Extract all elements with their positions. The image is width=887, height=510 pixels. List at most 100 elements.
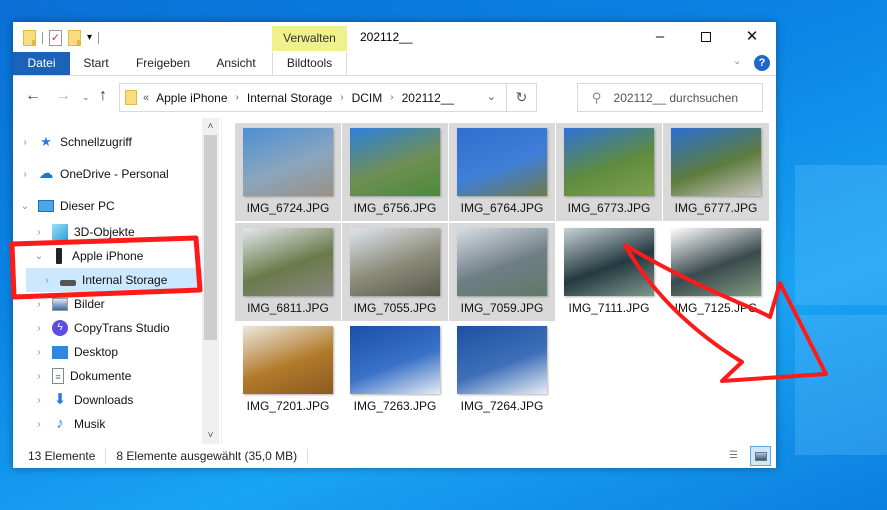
tab-datei[interactable]: Datei: [13, 52, 70, 75]
expand-chevron-icon[interactable]: ›: [18, 137, 32, 148]
recent-locations-button[interactable]: ⌄: [82, 92, 90, 103]
image-thumbnail: [671, 228, 761, 296]
sidebar-item-onedrive[interactable]: › ☁ OneDrive - Personal: [18, 162, 208, 186]
file-name: IMG_7111.JPG: [568, 301, 650, 315]
sidebar-item-label: Dieser PC: [60, 199, 115, 213]
sidebar-item-label: Downloads: [74, 393, 134, 407]
collapse-chevron-icon[interactable]: ⌄: [32, 251, 46, 262]
file-tile[interactable]: IMG_6756.JPG: [342, 123, 448, 221]
help-icon[interactable]: ?: [754, 55, 770, 71]
file-explorer-window: ✓ ▾ Verwalten 202112__ – ✕ Datei Start F…: [13, 22, 776, 468]
sidebar-item-dieser-pc[interactable]: ⌄ Dieser PC: [18, 194, 208, 218]
file-tile[interactable]: IMG_6764.JPG: [449, 123, 555, 221]
expand-chevron-icon[interactable]: ›: [32, 227, 46, 238]
music-note-icon: ♪: [56, 415, 64, 432]
back-button[interactable]: ←: [25, 87, 41, 105]
tab-ansicht[interactable]: Ansicht: [204, 52, 268, 75]
new-folder-icon[interactable]: [68, 30, 81, 46]
expand-ribbon-icon[interactable]: ⌄: [733, 56, 741, 67]
tab-bildtools[interactable]: Bildtools: [272, 52, 347, 75]
expand-chevron-icon[interactable]: ›: [32, 371, 46, 382]
status-separator: [105, 449, 107, 463]
maximize-button[interactable]: [683, 22, 729, 52]
image-thumbnail: [671, 128, 761, 196]
breadcrumb-separator-icon[interactable]: ›: [340, 92, 343, 103]
file-tile[interactable]: IMG_7055.JPG: [342, 223, 448, 321]
overflow-crumbs-icon[interactable]: «: [143, 92, 149, 104]
search-input[interactable]: ⚲ 202112__ durchsuchen: [577, 83, 763, 112]
expand-chevron-icon[interactable]: ›: [32, 395, 46, 406]
iphone-icon: [56, 248, 62, 264]
up-button[interactable]: ↑: [99, 87, 107, 105]
expand-chevron-icon[interactable]: ›: [32, 347, 46, 358]
onedrive-cloud-icon: ☁: [38, 165, 54, 182]
properties-icon[interactable]: ✓: [49, 30, 62, 46]
sidebar-item-schnellzugriff[interactable]: › ★ Schnellzugriff: [18, 130, 208, 154]
sidebar-item-internal-storage[interactable]: › Internal Storage: [26, 268, 202, 292]
large-icons-view-button[interactable]: [750, 446, 771, 466]
expand-chevron-icon[interactable]: ›: [40, 275, 54, 286]
file-tile[interactable]: IMG_7059.JPG: [449, 223, 555, 321]
collapse-chevron-icon[interactable]: ⌄: [18, 201, 32, 212]
file-tile[interactable]: IMG_7125.JPG: [663, 223, 769, 321]
sidebar-item-dokumente[interactable]: › ≡ Dokumente: [32, 364, 218, 388]
sidebar-item-musik[interactable]: › ♪ Musik: [32, 412, 218, 436]
file-tile[interactable]: IMG_7264.JPG: [449, 321, 555, 419]
file-tile[interactable]: IMG_7201.JPG: [235, 321, 341, 419]
scrollbar-thumb[interactable]: [204, 135, 217, 340]
navigation-pane-scrollbar[interactable]: ˄ ˅: [202, 118, 219, 444]
expand-chevron-icon[interactable]: ›: [32, 323, 46, 334]
address-dropdown-icon[interactable]: ⌄: [487, 90, 496, 103]
customize-dropdown-icon[interactable]: ▾: [87, 33, 92, 43]
image-thumbnail: [243, 326, 333, 394]
documents-icon: ≡: [52, 368, 64, 384]
file-tile[interactable]: IMG_6777.JPG: [663, 123, 769, 221]
breadcrumb-internal-storage[interactable]: Internal Storage: [247, 91, 332, 105]
breadcrumb-separator-icon[interactable]: ›: [390, 92, 393, 103]
toolbar-separator: [42, 32, 43, 44]
folder-icon: [125, 90, 137, 105]
breadcrumb-202112[interactable]: 202112__: [402, 91, 455, 105]
breadcrumb-apple-iphone[interactable]: Apple iPhone: [156, 91, 227, 105]
sidebar-item-bilder[interactable]: › Bilder: [32, 292, 218, 316]
address-bar[interactable]: « Apple iPhone › Internal Storage › DCIM…: [119, 83, 537, 112]
breadcrumb-dcim[interactable]: DCIM: [352, 91, 383, 105]
sidebar-item-3d-objekte[interactable]: › 3D-Objekte: [32, 220, 218, 244]
computer-icon: [38, 200, 54, 212]
tab-freigeben[interactable]: Freigeben: [122, 52, 204, 75]
refresh-button[interactable]: ↻: [506, 84, 536, 111]
expand-chevron-icon[interactable]: ›: [18, 169, 32, 180]
expand-chevron-icon[interactable]: ›: [32, 419, 46, 430]
minimize-button[interactable]: –: [637, 22, 683, 52]
close-button[interactable]: ✕: [729, 22, 775, 52]
sidebar-item-copytrans-studio[interactable]: › ϟ CopyTrans Studio: [32, 316, 218, 340]
file-tile[interactable]: IMG_7111.JPG: [556, 223, 662, 321]
file-tile[interactable]: IMG_7263.JPG: [342, 321, 448, 419]
context-tab-verwalten[interactable]: Verwalten: [272, 26, 347, 51]
sidebar-item-apple-iphone[interactable]: ⌄ Apple iPhone: [32, 244, 218, 268]
details-view-button[interactable]: ☰: [729, 449, 745, 463]
file-tile[interactable]: IMG_6773.JPG: [556, 123, 662, 221]
file-tile[interactable]: IMG_6724.JPG: [235, 123, 341, 221]
sidebar-item-desktop[interactable]: › Desktop: [32, 340, 218, 364]
sidebar-item-label: OneDrive - Personal: [60, 167, 169, 181]
file-name: IMG_7263.JPG: [353, 399, 437, 413]
status-bar: 13 Elemente 8 Elemente ausgewählt (35,0 …: [13, 444, 776, 468]
file-name: IMG_6764.JPG: [460, 201, 544, 215]
scroll-up-arrow-icon[interactable]: ˄: [202, 118, 219, 135]
scroll-down-arrow-icon[interactable]: ˅: [202, 427, 219, 444]
forward-button[interactable]: →: [55, 87, 71, 105]
title-bar: ✓ ▾ Verwalten 202112__ – ✕: [13, 22, 776, 52]
folder-icon[interactable]: [23, 30, 36, 46]
item-count: 13 Elemente: [28, 449, 96, 463]
file-tile[interactable]: IMG_6811.JPG: [235, 223, 341, 321]
image-thumbnail: [564, 228, 654, 296]
breadcrumb-separator-icon[interactable]: ›: [236, 92, 239, 103]
navigation-pane: › ★ Schnellzugriff › ☁ OneDrive - Person…: [13, 118, 218, 444]
expand-chevron-icon[interactable]: ›: [32, 299, 46, 310]
pane-divider[interactable]: [221, 118, 222, 444]
sidebar-item-downloads[interactable]: › ⬇ Downloads: [32, 388, 218, 412]
file-name: IMG_6777.JPG: [674, 201, 758, 215]
file-name: IMG_6756.JPG: [353, 201, 437, 215]
tab-start[interactable]: Start: [70, 52, 122, 75]
